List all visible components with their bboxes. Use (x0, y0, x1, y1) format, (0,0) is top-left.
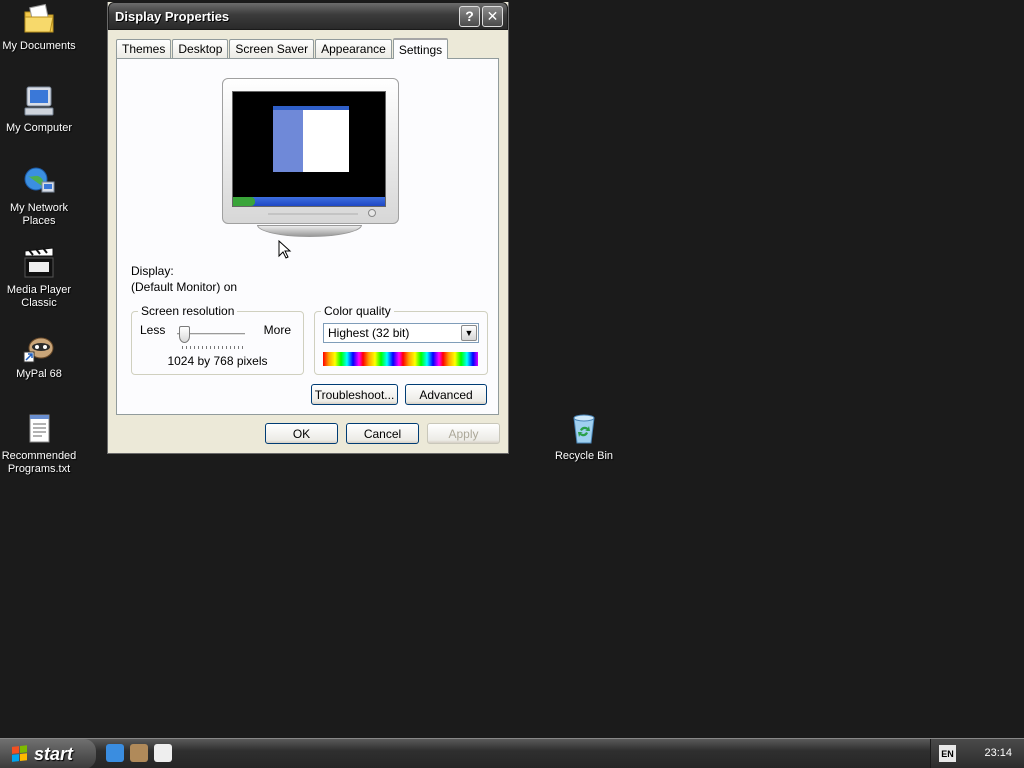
network-places-icon (22, 164, 56, 198)
start-button[interactable]: start (0, 739, 96, 768)
window-title: Display Properties (115, 8, 230, 24)
display-label: Display: (131, 264, 174, 278)
language-indicator[interactable]: EN (939, 745, 956, 762)
clock[interactable]: 23:14 (984, 747, 1012, 759)
monitor-stand (257, 225, 362, 237)
cancel-button[interactable]: Cancel (346, 423, 419, 444)
display-info: Display: (Default Monitor) on (131, 263, 237, 295)
resolution-more-label: More (263, 323, 291, 337)
text-file-icon (22, 412, 56, 446)
windows-logo-icon (12, 745, 28, 763)
close-button[interactable]: ✕ (482, 5, 503, 27)
desktop-icon-my-computer[interactable]: My Computer (0, 84, 78, 135)
desktop-icon-my-documents[interactable]: My Documents (0, 2, 78, 53)
color-quality-legend: Color quality (321, 304, 394, 318)
media-player-icon (22, 246, 56, 280)
screen-resolution-group: Screen resolution Less More 1024 by 768 … (131, 304, 304, 375)
close-icon: ✕ (486, 8, 499, 24)
resolution-slider-thumb[interactable] (179, 326, 190, 343)
preview-taskbar (233, 197, 385, 206)
troubleshoot-button[interactable]: Troubleshoot... (311, 384, 398, 405)
resolution-slider-ticks (182, 346, 244, 349)
recycle-bin-icon (567, 412, 601, 446)
display-properties-window: Display Properties ? ✕ Themes Desktop Sc… (107, 2, 509, 454)
quick-launch (106, 744, 172, 762)
desktop-icon-label: My Documents (2, 40, 76, 52)
computer-icon (22, 84, 56, 118)
display-value: (Default Monitor) on (131, 280, 238, 294)
help-button[interactable]: ? (459, 5, 480, 27)
tab-settings[interactable]: Settings (392, 38, 449, 59)
ok-button[interactable]: OK (265, 423, 338, 444)
desktop-icon-media-player-classic[interactable]: Media Player Classic (0, 246, 78, 310)
quick-launch-browser-icon[interactable] (106, 744, 124, 762)
tab-strip: Themes Desktop Screen Saver Appearance S… (116, 37, 449, 59)
desktop-icon-label: Recycle Bin (554, 450, 614, 462)
monitor-screen (232, 91, 386, 207)
mypal-browser-icon (22, 330, 56, 364)
desktop-icon-label: MyPal 68 (16, 368, 62, 380)
quick-launch-mypal-icon[interactable] (130, 744, 148, 762)
desktop-icon-label: Recommended Programs.txt (1, 450, 77, 475)
desktop-icon-label: My Network Places (9, 202, 69, 227)
monitor-preview (222, 78, 399, 224)
taskbar: start EN 23:14 (0, 738, 1024, 768)
monitor-power-icon (368, 209, 376, 217)
preview-window (273, 106, 349, 172)
tab-desktop[interactable]: Desktop (172, 39, 229, 58)
advanced-button[interactable]: Advanced (405, 384, 487, 405)
desktop-icon-my-network-places[interactable]: My Network Places (0, 164, 78, 228)
help-icon: ? (465, 8, 474, 24)
apply-button[interactable]: Apply (427, 423, 500, 444)
settings-panel: Display: (Default Monitor) on Screen res… (116, 58, 499, 415)
tab-themes[interactable]: Themes (116, 39, 172, 58)
quick-launch-media-player-icon[interactable] (154, 744, 172, 762)
desktop-icon-label: My Computer (5, 122, 73, 134)
mouse-cursor-icon (278, 240, 292, 259)
tab-appearance[interactable]: Appearance (315, 39, 392, 58)
chevron-down-icon[interactable]: ▼ (461, 325, 477, 341)
preview-start-button (233, 197, 255, 206)
system-tray: EN 23:14 (930, 739, 1024, 768)
start-label: start (34, 743, 74, 764)
color-quality-group: Color quality Highest (32 bit) ▼ (314, 304, 488, 375)
resolution-value: 1024 by 768 pixels (167, 354, 268, 368)
color-spectrum-bar (323, 352, 478, 366)
desktop-icon-recycle-bin[interactable]: Recycle Bin (545, 412, 623, 463)
color-quality-value: Highest (32 bit) (328, 326, 410, 340)
tab-screen-saver[interactable]: Screen Saver (229, 39, 315, 58)
desktop-icon-recommended-programs[interactable]: Recommended Programs.txt (0, 412, 78, 476)
screen-resolution-legend: Screen resolution (138, 304, 238, 318)
desktop-icon-label: Media Player Classic (6, 284, 72, 309)
resolution-less-label: Less (140, 323, 166, 337)
desktop-icon-mypal-68[interactable]: MyPal 68 (0, 330, 78, 381)
color-quality-select[interactable]: Highest (32 bit) ▼ (323, 323, 479, 343)
title-bar[interactable]: Display Properties ? ✕ (108, 2, 508, 30)
folder-documents-icon (22, 2, 56, 36)
